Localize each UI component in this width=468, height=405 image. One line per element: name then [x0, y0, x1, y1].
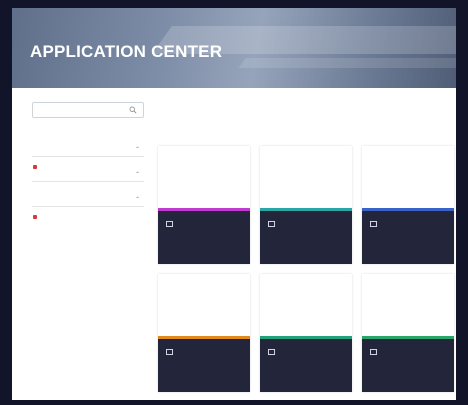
chevron-up-icon[interactable]: ⌃	[135, 171, 140, 178]
divider	[32, 181, 144, 182]
filter-group: ⌃	[32, 144, 144, 169]
banner-graphic-secondary	[238, 58, 456, 68]
filter-sidebar: ⌃ ⌃ ⌃	[32, 144, 144, 219]
app-card-footer	[362, 339, 454, 392]
chevron-up-icon[interactable]: ⌃	[135, 146, 140, 153]
app-card-footer	[260, 339, 352, 392]
app-card[interactable]	[158, 274, 250, 392]
app-icon	[166, 221, 173, 227]
filter-group-header[interactable]: ⌃	[32, 169, 144, 181]
app-card[interactable]	[260, 274, 352, 392]
filter-group: ⌃	[32, 169, 144, 182]
app-card-body	[158, 274, 250, 336]
app-card-footer	[158, 211, 250, 264]
chevron-up-icon[interactable]: ⌃	[135, 196, 140, 203]
app-card-body	[362, 274, 454, 336]
app-icon	[166, 349, 173, 355]
app-icon	[268, 349, 275, 355]
app-frame: APPLICATION CENTER ⌃ ⌃ ⌃	[12, 8, 456, 400]
filter-group-header[interactable]: ⌃	[32, 194, 144, 206]
app-card[interactable]	[362, 146, 454, 264]
divider	[32, 206, 144, 207]
app-card-body	[362, 146, 454, 208]
app-icon	[370, 221, 377, 227]
app-card-footer	[362, 211, 454, 264]
app-icon	[370, 349, 377, 355]
search-icon[interactable]	[129, 106, 137, 114]
page-title: APPLICATION CENTER	[30, 42, 223, 61]
app-card-footer	[260, 211, 352, 264]
app-card[interactable]	[362, 274, 454, 392]
search-input[interactable]	[32, 102, 144, 118]
hero-banner: APPLICATION CENTER	[12, 8, 456, 88]
divider	[32, 156, 144, 157]
filter-group-header[interactable]: ⌃	[32, 144, 144, 156]
app-card-body	[158, 146, 250, 208]
app-card-body	[260, 274, 352, 336]
app-card-body	[260, 146, 352, 208]
app-card[interactable]	[260, 146, 352, 264]
app-card[interactable]	[158, 146, 250, 264]
app-icon	[268, 221, 275, 227]
filter-group: ⌃	[32, 194, 144, 219]
app-card-footer	[158, 339, 250, 392]
